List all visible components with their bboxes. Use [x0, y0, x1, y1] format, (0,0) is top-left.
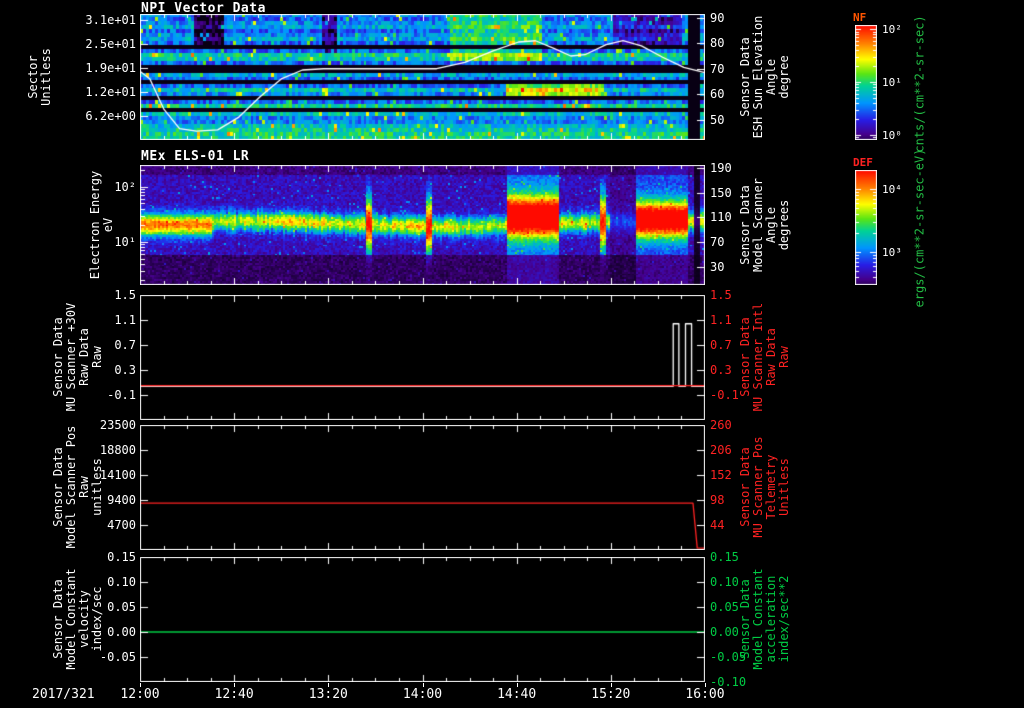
y-tick-label: 2.5e+01: [85, 36, 136, 51]
y-tick-label: 18800: [99, 443, 136, 457]
y-tick-label: 9400: [107, 493, 136, 507]
x-axis-tick: [611, 683, 612, 687]
x-tick-label: 16:00: [685, 687, 725, 702]
y-tick-label: 0.15: [107, 550, 136, 564]
y-tick-label: 98: [710, 493, 725, 507]
y-tick-label: 10¹: [114, 234, 136, 249]
y-tick-label: 4700: [107, 518, 136, 532]
colorbar-nf-canvas: [855, 25, 877, 140]
x-tick-label: 12:00: [120, 687, 160, 702]
panel-els-title: MEx ELS-01 LR: [141, 149, 250, 164]
y-tick-label: 206: [710, 443, 732, 457]
y-tick-label: 70: [710, 234, 725, 249]
y-tick-label: 1.2e+01: [85, 84, 136, 99]
y-tick-label: 0.7: [114, 338, 136, 352]
y-tick-label: 23500: [99, 418, 136, 432]
tplot-science-dashboard: NPI Vector Data MEx ELS-01 LR Sector Uni…: [0, 0, 1024, 708]
y-tick-label: 0.00: [710, 625, 739, 639]
y-tick-label: 70: [710, 61, 725, 76]
y-tick-label: 1.1: [114, 313, 136, 327]
x-tick-label: 12:40: [214, 687, 254, 702]
y-tick-label: 1.5: [114, 288, 136, 302]
colorbar-tick-label: 10⁴: [882, 182, 902, 196]
y-tick-label: 150: [710, 185, 732, 200]
y-tick-label: 1.9e+01: [85, 60, 136, 75]
y-tick-label: -0.1: [710, 388, 739, 402]
colorbar-def-unit: ergs/(cm**2-sr-sec-eV): [912, 148, 927, 308]
panel-npi-left-axis-title: Sector Unitless: [26, 48, 53, 106]
colorbar-nf-unit: cnts/(cm**2-sr-sec): [912, 15, 927, 153]
y-tick-label: 10²: [114, 179, 136, 194]
x-axis-tick: [705, 683, 706, 687]
colorbar-def-canvas: [855, 170, 877, 285]
y-tick-label: 50: [710, 112, 725, 127]
y-tick-label: -0.05: [710, 650, 747, 664]
y-tick-label: 3.1e+01: [85, 12, 136, 27]
y-tick-label: 0.7: [710, 338, 732, 352]
x-tick-label: 14:00: [402, 687, 443, 702]
x-tick-label: 15:20: [591, 687, 631, 702]
y-tick-label: -0.1: [107, 388, 136, 402]
colorbar-tick-label: 10³: [882, 246, 902, 260]
y-tick-label: 0.00: [107, 625, 136, 639]
colorbar-tick-label: 10⁰: [882, 128, 902, 142]
scanner-position-plot-canvas: [140, 425, 705, 550]
y-tick-label: 30: [710, 259, 725, 274]
y-tick-label: 152: [710, 468, 732, 482]
y-tick-label: 1.5: [710, 288, 732, 302]
y-tick-label: 110: [710, 210, 732, 225]
colorbar-nf-label: NF: [853, 11, 867, 24]
model-constant-plot-canvas: [140, 557, 705, 682]
y-tick-label: 80: [710, 36, 725, 51]
colorbar-tick-label: 10¹: [882, 76, 902, 90]
y-tick-label: 44: [710, 518, 725, 532]
colorbar-tick-label: 10²: [882, 23, 902, 37]
y-tick-label: 6.2e+00: [85, 108, 136, 123]
x-axis-tick: [234, 683, 235, 687]
y-tick-label: 0.05: [710, 600, 739, 614]
colorbar-def-label: DEF: [853, 156, 873, 169]
x-axis-tick: [328, 683, 329, 687]
y-tick-label: -0.05: [99, 650, 136, 664]
x-axis-tick: [423, 683, 424, 687]
x-axis-tick: [140, 683, 141, 687]
npi-spectrogram-canvas: [140, 14, 705, 140]
els-spectrogram-canvas: [140, 165, 705, 285]
y-tick-label: 190: [710, 161, 732, 176]
y-tick-label: 0.15: [710, 550, 739, 564]
y-tick-label: 0.3: [710, 363, 732, 377]
date-label: 2017/321: [32, 687, 95, 702]
x-tick-label: 13:20: [308, 687, 348, 702]
y-tick-label: 0.10: [107, 575, 136, 589]
x-tick-label: 14:40: [497, 687, 537, 702]
y-tick-label: 260: [710, 418, 732, 432]
y-tick-label: 60: [710, 87, 725, 102]
scanner-voltage-plot-canvas: [140, 295, 705, 420]
y-tick-label: 1.1: [710, 313, 732, 327]
y-tick-label: 0.3: [114, 363, 136, 377]
y-tick-label: 14100: [99, 468, 136, 482]
y-tick-label: 0.05: [107, 600, 136, 614]
y-tick-label: 0.10: [710, 575, 739, 589]
y-tick-label: 90: [710, 10, 725, 25]
x-axis-tick: [517, 683, 518, 687]
